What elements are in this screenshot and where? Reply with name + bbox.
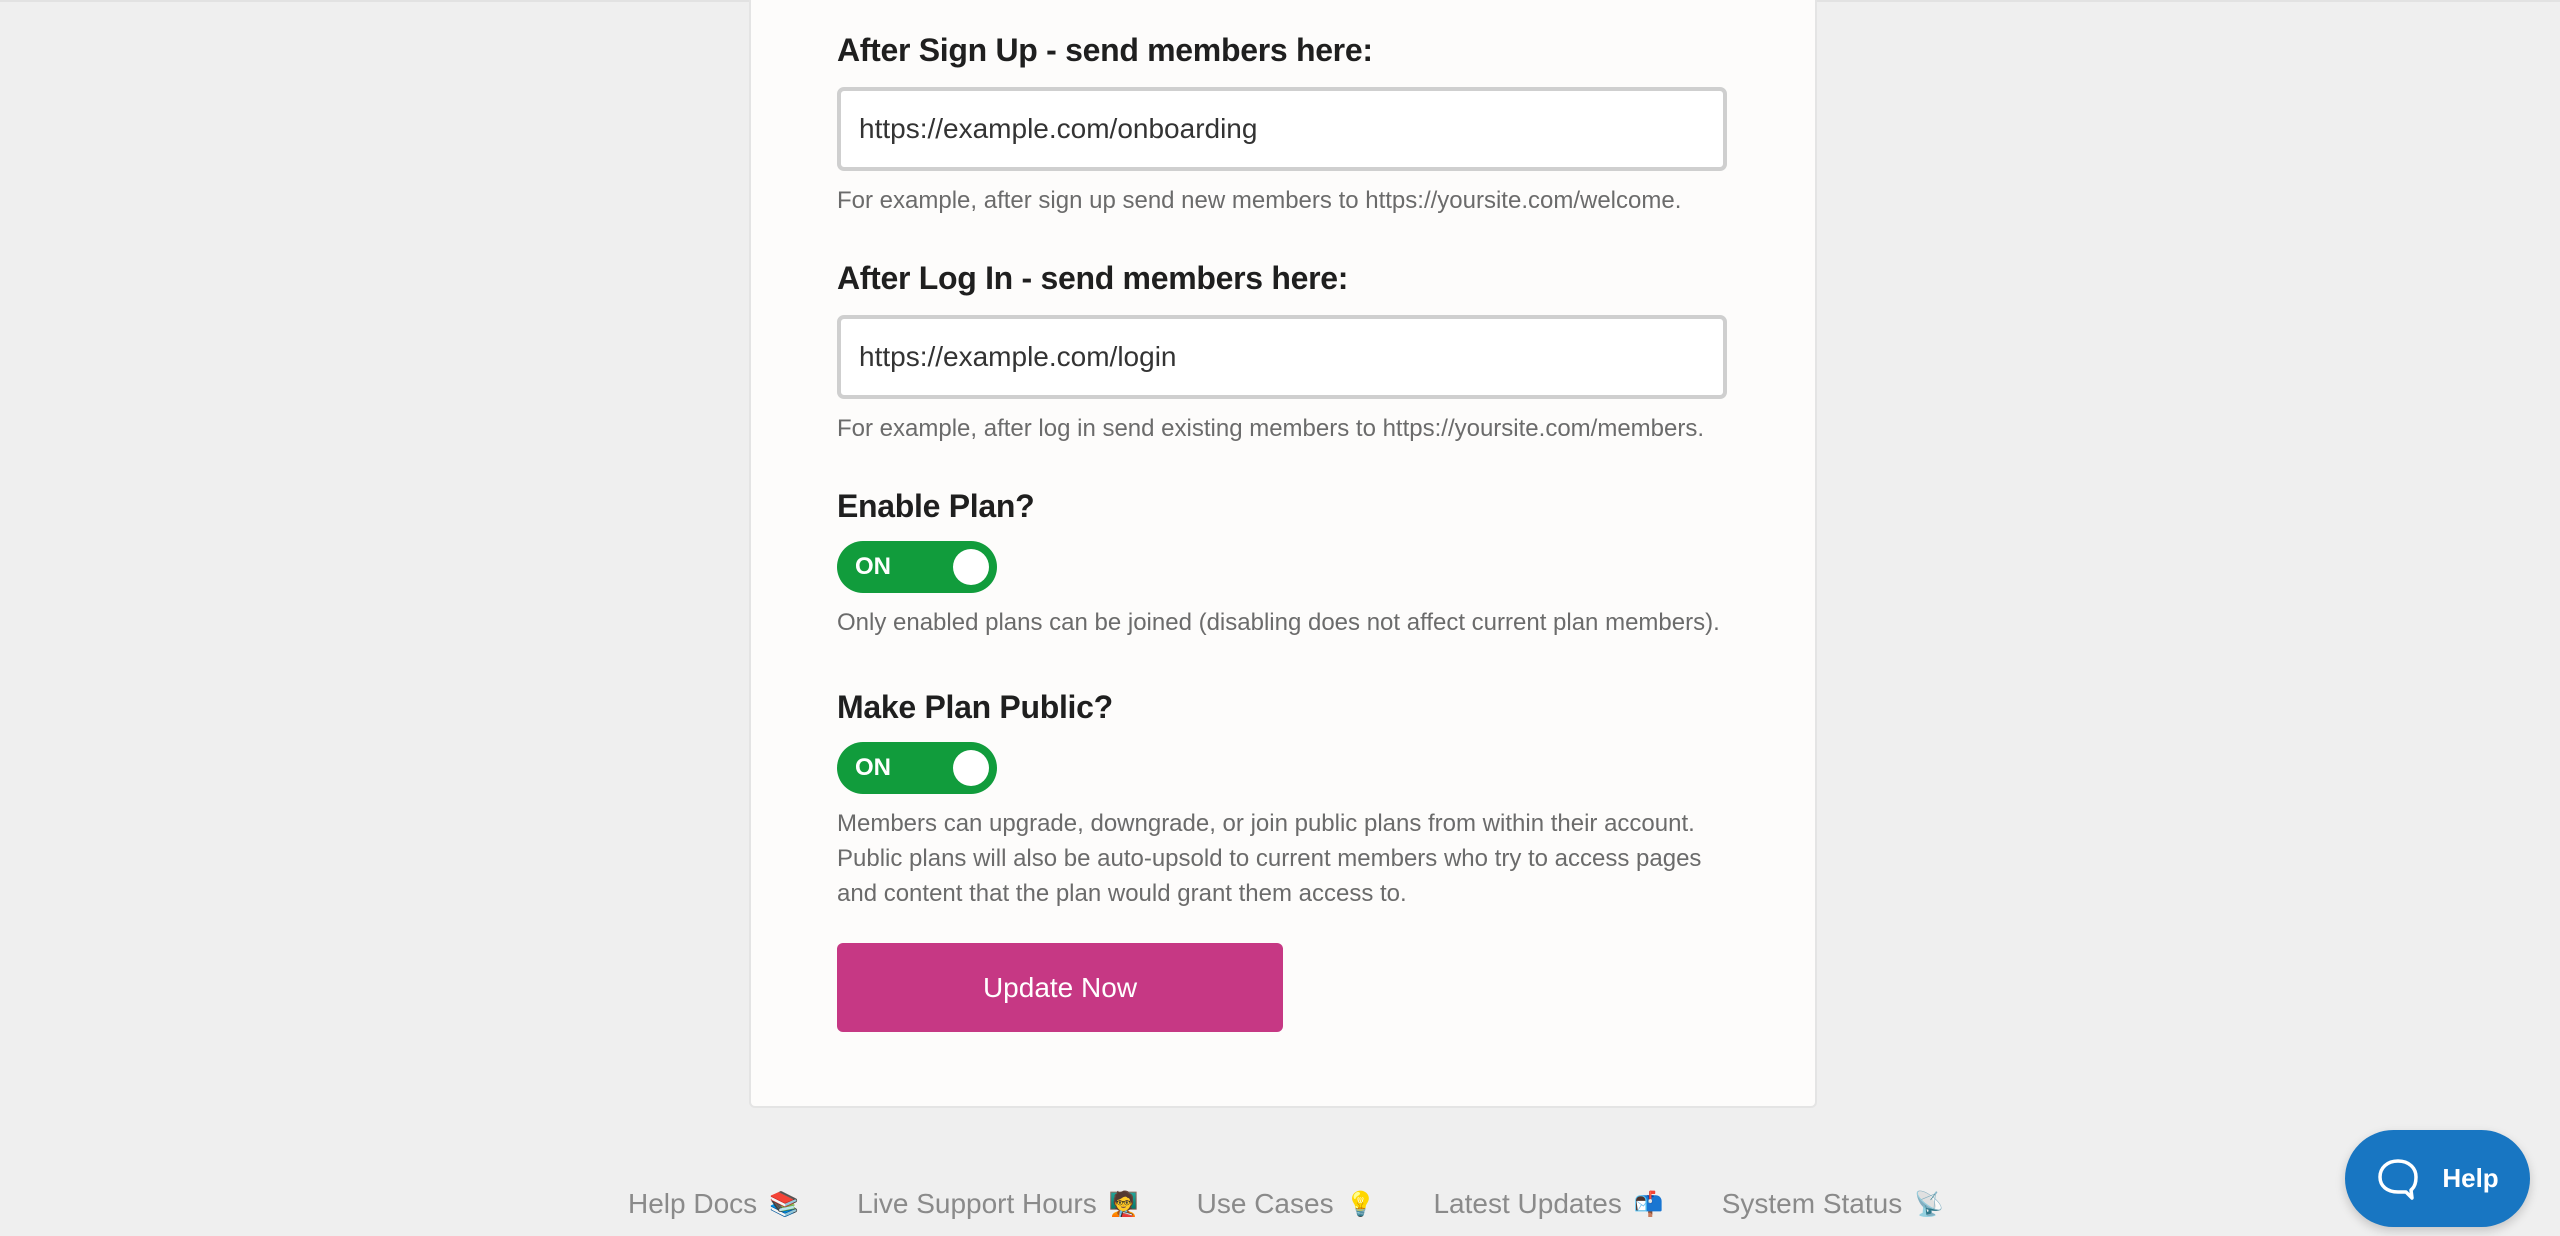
enable-plan-hint: Only enabled plans can be joined (disabl… [837,609,1720,636]
make-public-field: Make Plan Public? ON Members can upgrade… [837,689,1737,911]
footer-link-label: System Status [1721,1188,1903,1219]
footer-link-label: Use Cases [1196,1188,1334,1219]
toggle-state-label: ON [855,553,891,580]
after-signup-field: After Sign Up - send members here: For e… [837,32,1727,218]
footer-link-latest-updates[interactable]: Latest Updates 📬 [1433,1188,1663,1220]
enable-plan-label: Enable Plan? [837,488,1035,524]
lightbulb-icon: 💡 [1345,1190,1376,1218]
after-signup-label: After Sign Up - send members here: [837,32,1373,68]
footer-links: Help Docs 📚 Live Support Hours 🧑‍🏫 Use C… [628,1188,1944,1220]
help-label: Help [2442,1163,2499,1193]
footer-link-help-docs[interactable]: Help Docs 📚 [628,1188,799,1220]
after-signup-hint: For example, after sign up send new memb… [837,187,1682,214]
after-login-hint: For example, after log in send existing … [837,415,1705,442]
make-public-label: Make Plan Public? [837,689,1113,725]
make-public-toggle[interactable]: ON [837,742,997,794]
footer-link-label: Live Support Hours [857,1188,1097,1219]
make-public-hint: Members can upgrade, downgrade, or join … [837,810,1702,907]
chat-bubble-icon [2376,1157,2420,1201]
books-icon: 📚 [769,1190,800,1218]
toggle-knob [953,549,989,585]
teacher-icon: 🧑‍🏫 [1108,1190,1139,1218]
footer-link-system-status[interactable]: System Status 📡 [1722,1188,1944,1220]
after-login-label: After Log In - send members here: [837,260,1349,296]
after-login-field: After Log In - send members here: For ex… [837,260,1727,446]
footer-link-use-cases[interactable]: Use Cases 💡 [1197,1188,1376,1220]
help-widget-button[interactable]: Help [2345,1130,2530,1227]
satellite-icon: 📡 [1914,1190,1945,1218]
after-login-url-input[interactable] [837,315,1727,399]
enable-plan-toggle[interactable]: ON [837,541,997,593]
enable-plan-field: Enable Plan? ON Only enabled plans can b… [837,488,1720,640]
update-now-button[interactable]: Update Now [837,943,1283,1032]
footer-link-label: Latest Updates [1433,1188,1622,1219]
footer-link-live-support-hours[interactable]: Live Support Hours 🧑‍🏫 [857,1188,1139,1220]
toggle-state-label: ON [855,754,891,781]
toggle-knob [953,750,989,786]
plan-settings-card: After Sign Up - send members here: For e… [749,0,1817,1108]
mailbox-icon: 📬 [1633,1190,1664,1218]
footer-link-label: Help Docs [628,1188,758,1219]
after-signup-url-input[interactable] [837,87,1727,171]
